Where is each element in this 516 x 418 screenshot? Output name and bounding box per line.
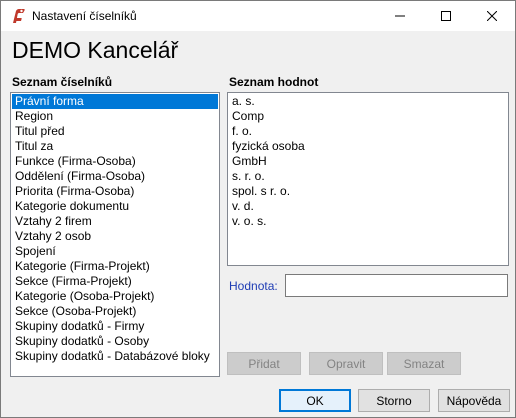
value-list-item[interactable]: spol. s r. o.	[229, 184, 507, 199]
value-input[interactable]	[285, 274, 508, 297]
codebook-list-item[interactable]: Vztahy 2 firem	[12, 214, 218, 229]
codebook-list-item[interactable]: Skupiny dodatků - Firmy	[12, 319, 218, 334]
value-list-item[interactable]: v. d.	[229, 199, 507, 214]
maximize-button[interactable]	[423, 1, 469, 31]
value-list-item[interactable]: f. o.	[229, 124, 507, 139]
page-title: DEMO Kancelář	[12, 37, 179, 63]
codebook-list-item[interactable]: Sekce (Osoba-Projekt)	[12, 304, 218, 319]
add-button[interactable]: Přidat	[227, 352, 301, 375]
value-list-item[interactable]: Comp	[229, 109, 507, 124]
close-icon	[487, 11, 497, 21]
maximize-icon	[441, 11, 451, 21]
values-listbox[interactable]: a. s. Comp f. o. fyzická osoba GmbH s. r. o. s…	[227, 92, 509, 266]
codebook-list-item[interactable]: Spojení	[12, 244, 218, 259]
codebook-list-item[interactable]: Právní forma	[12, 94, 218, 109]
codebook-list-item[interactable]: Titul za	[12, 139, 218, 154]
value-list-item[interactable]: fyzická osoba	[229, 139, 507, 154]
codebook-list-item[interactable]: Region	[12, 109, 218, 124]
codebooks-label: Seznam číselníků	[12, 75, 113, 89]
app-logo-icon	[10, 8, 26, 24]
codebook-list-item[interactable]: Oddělení (Firma-Osoba)	[12, 169, 218, 184]
ok-button[interactable]: OK	[279, 389, 351, 412]
delete-button[interactable]: Smazat	[387, 352, 461, 375]
codebooks-list: Právní forma Region Titul před Titul za Funk…	[11, 93, 219, 364]
value-list-item[interactable]: GmbH	[229, 154, 507, 169]
values-list: a. s. Comp f. o. fyzická osoba GmbH s. r. o. s…	[228, 93, 508, 229]
codebook-list-item[interactable]: Priorita (Firma-Osoba)	[12, 184, 218, 199]
codebook-list-item[interactable]: Funkce (Firma-Osoba)	[12, 154, 218, 169]
codebooks-listbox[interactable]: Právní forma Region Titul před Titul za Funk…	[10, 92, 220, 377]
codebook-list-item[interactable]: Vztahy 2 osob	[12, 229, 218, 244]
settings-window: Nastavení číselníků DEMO Kancelář Seznam…	[0, 0, 516, 418]
minimize-button[interactable]	[377, 1, 423, 31]
values-label: Seznam hodnot	[229, 75, 319, 89]
help-button[interactable]: Nápověda	[438, 389, 510, 412]
codebook-list-item[interactable]: Titul před	[12, 124, 218, 139]
value-list-item[interactable]: v. o. s.	[229, 214, 507, 229]
codebook-list-item[interactable]: Skupiny dodatků - Osoby	[12, 334, 218, 349]
codebook-list-item[interactable]: Kategorie (Osoba-Projekt)	[12, 289, 218, 304]
codebook-list-item[interactable]: Kategorie (Firma-Projekt)	[12, 259, 218, 274]
title-bar[interactable]: Nastavení číselníků	[1, 1, 515, 31]
value-list-item[interactable]: a. s.	[229, 94, 507, 109]
cancel-button[interactable]: Storno	[358, 389, 430, 412]
value-field-label: Hodnota:	[229, 279, 278, 293]
codebook-list-item[interactable]: Skupiny dodatků - Databázové bloky	[12, 349, 218, 364]
value-list-item[interactable]: s. r. o.	[229, 169, 507, 184]
window-title: Nastavení číselníků	[32, 9, 137, 23]
codebook-list-item[interactable]: Kategorie dokumentu	[12, 199, 218, 214]
minimize-icon	[395, 15, 405, 17]
close-button[interactable]	[469, 1, 515, 31]
codebook-list-item[interactable]: Sekce (Firma-Projekt)	[12, 274, 218, 289]
edit-button[interactable]: Opravit	[309, 352, 383, 375]
